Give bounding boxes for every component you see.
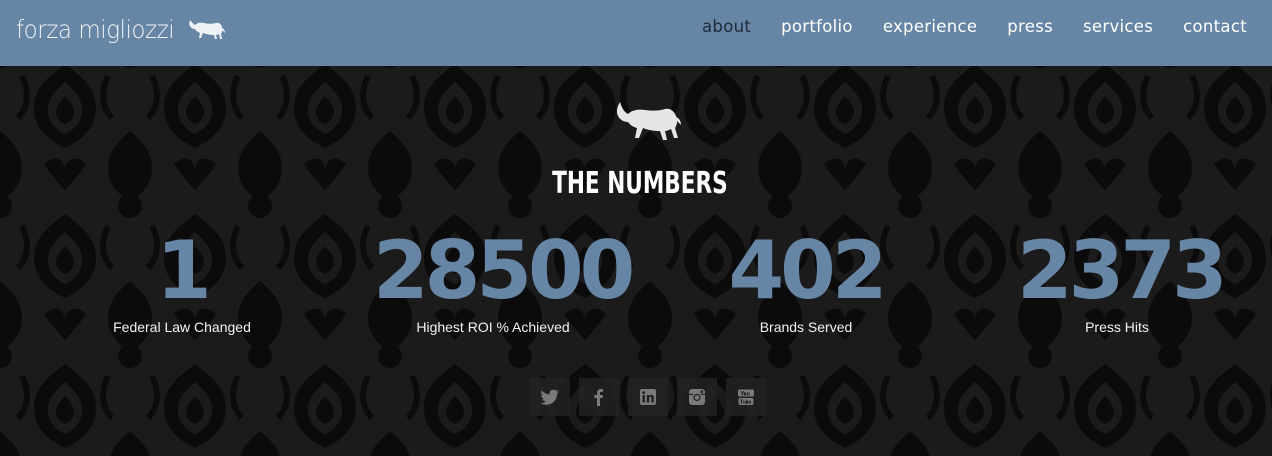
stat-label: Press Hits (1085, 319, 1149, 335)
nav-press[interactable]: press (992, 16, 1068, 38)
stat-press-hits: 2373 Press Hits (1017, 224, 1228, 336)
youtube-button[interactable] (726, 378, 766, 416)
logo-text: forza migliozzi (16, 14, 175, 44)
linkedin-button[interactable] (628, 378, 668, 416)
social-links (530, 378, 766, 416)
instagram-icon (689, 389, 705, 405)
linkedin-icon (640, 389, 656, 405)
instagram-button[interactable] (677, 378, 717, 416)
twitter-button[interactable] (530, 378, 570, 416)
main-nav: about portfolio experience press service… (687, 16, 1262, 38)
site-logo[interactable]: forza migliozzi (16, 12, 226, 46)
nav-about[interactable]: about (687, 16, 766, 38)
twitter-icon (540, 389, 559, 405)
facebook-button[interactable] (579, 378, 619, 416)
stat-label: Federal Law Changed (113, 319, 251, 335)
nav-portfolio[interactable]: portfolio (766, 16, 868, 38)
stat-label: Brands Served (759, 319, 853, 335)
stat-highest-roi: 28500 Highest ROI % Achieved (373, 224, 635, 336)
bull-emblem-icon (616, 102, 681, 140)
facebook-icon (594, 389, 604, 406)
stat-value: 402 (728, 224, 888, 317)
stat-brands-served: 402 Brands Served (706, 224, 906, 336)
bull-icon (189, 20, 225, 39)
nav-contact[interactable]: contact (1168, 16, 1262, 38)
stat-federal-law: 1 Federal Law Changed (82, 224, 282, 336)
nav-experience[interactable]: experience (868, 16, 992, 38)
stat-value: 2373 (1017, 224, 1228, 317)
section-title: THE NUMBERS (552, 166, 728, 201)
youtube-icon (738, 389, 754, 405)
numbers-section: THE NUMBERS 1 Federal Law Changed 28500 … (0, 66, 1272, 456)
nav-services[interactable]: services (1068, 16, 1168, 38)
stat-label: Highest ROI % Achieved (416, 319, 570, 335)
stat-value: 1 (156, 224, 212, 317)
site-header: forza migliozzi about portfolio experien… (0, 0, 1272, 66)
stat-value: 28500 (373, 224, 635, 317)
